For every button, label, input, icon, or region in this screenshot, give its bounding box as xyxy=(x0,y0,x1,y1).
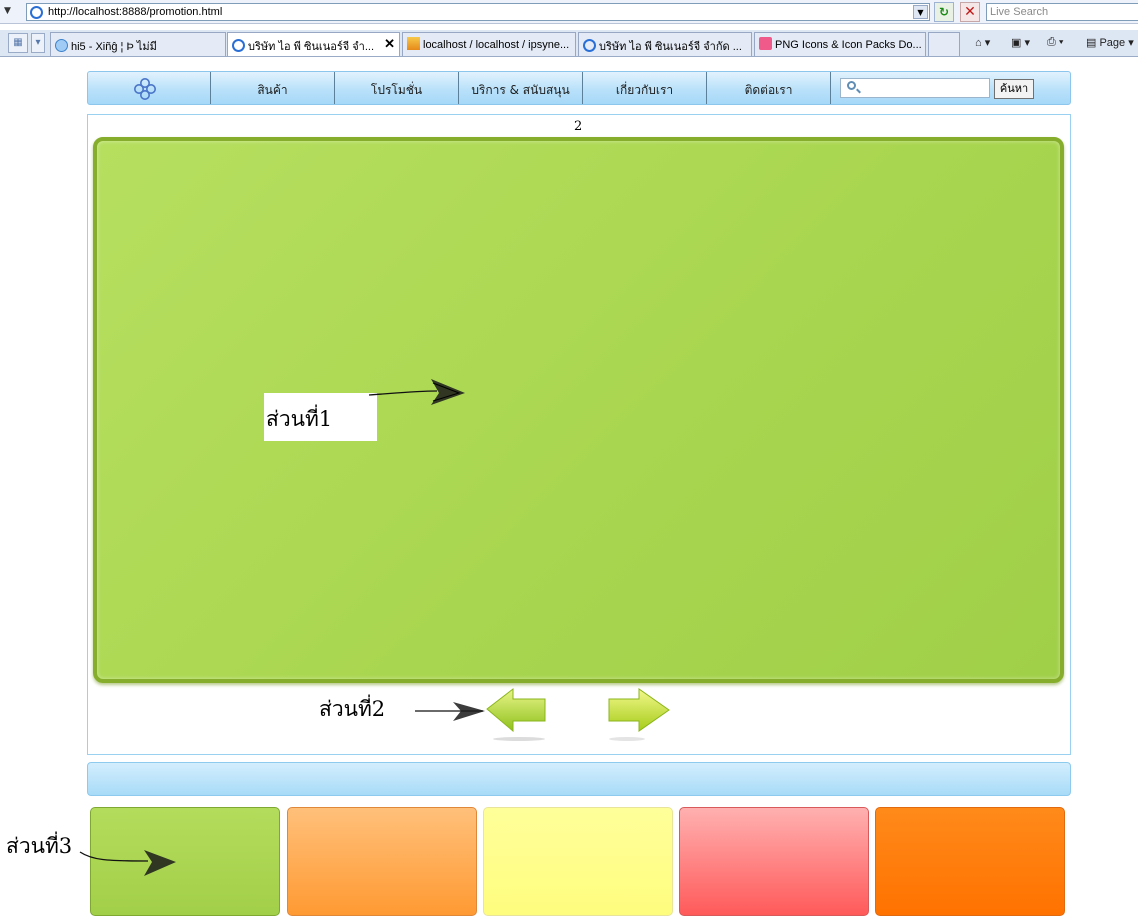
promo-tile-dark-orange[interactable] xyxy=(875,807,1065,916)
quick-tabs-icon[interactable]: ▦ xyxy=(8,33,28,53)
promo-tile-yellow[interactable] xyxy=(483,807,673,916)
search-button[interactable]: ค้นหา xyxy=(994,79,1034,99)
png-icons-page-icon xyxy=(759,37,772,50)
nav-item-about[interactable]: เกี่ยวกับเรา xyxy=(583,72,707,104)
tab-label: PNG Icons & Icon Packs Do... xyxy=(775,39,922,51)
divider-bar xyxy=(87,762,1071,796)
site-nav-bar: สินค้า โปรโมชั่น บริการ & สนับสนุน เกี่ย… xyxy=(87,71,1071,105)
ie-page-icon xyxy=(30,6,43,19)
section3-arrow-icon xyxy=(79,850,176,876)
tab-label: บริษัท ไอ พี ซินเนอร์จี จำ... xyxy=(248,41,375,53)
search-icon xyxy=(847,81,856,90)
section2-label: ส่วนที่2 xyxy=(319,697,386,721)
live-search-input[interactable]: Live Search xyxy=(986,3,1138,21)
home-icon[interactable]: ⌂ ▾ xyxy=(975,36,990,49)
refresh-button[interactable]: ↻ xyxy=(934,2,954,22)
nav-logo-cell[interactable] xyxy=(88,72,211,104)
ie-page-icon xyxy=(232,39,245,52)
star-page-icon xyxy=(55,39,68,52)
section2-arrow-icon xyxy=(415,702,485,721)
nav-item-contact[interactable]: ติดต่อเรา xyxy=(707,72,831,104)
promotion-slide: ส่วนที่1 xyxy=(93,137,1064,683)
pma-page-icon xyxy=(407,37,420,50)
next-arrow-button[interactable] xyxy=(605,685,673,741)
promotion-panel: 2 ส่วนที่1 ส่วนที่2 xyxy=(87,114,1071,755)
tab-label: localhost / localhost / ipsyne... xyxy=(423,39,570,51)
browser-tab-company[interactable]: บริษัท ไอ พี ซินเนอร์จี จำกัด ... xyxy=(578,32,752,56)
section1-label: ส่วนที่1 xyxy=(264,393,377,441)
address-dropdown-icon[interactable]: ▼ xyxy=(913,5,928,19)
section3-label: ส่วนที่3 xyxy=(6,834,73,858)
nav-item-products[interactable]: สินค้า xyxy=(211,72,335,104)
address-field[interactable]: http://localhost:8888/promotion.html ▼ xyxy=(26,3,930,21)
section1-arrow-icon xyxy=(368,379,465,405)
print-icon[interactable]: ⎙ ▾ xyxy=(1047,36,1063,49)
address-url[interactable]: http://localhost:8888/promotion.html xyxy=(48,6,222,18)
browser-address-bar: ▼ http://localhost:8888/promotion.html ▼… xyxy=(0,0,1138,24)
new-tab-button[interactable] xyxy=(928,32,960,56)
promo-tile-red[interactable] xyxy=(679,807,869,916)
browser-tab-bar: ▦ ▾ hi5 - Xiñĝ ¦ Þ ไม่มี บริษัท ไอ พี ซิ… xyxy=(0,30,1138,57)
tab-label: บริษัท ไอ พี ซินเนอร์จี จำกัด ... xyxy=(599,41,742,53)
browser-tab-phpmyadmin[interactable]: localhost / localhost / ipsyne... xyxy=(402,32,576,56)
tab-label: hi5 - Xiñĝ ¦ Þ ไม่มี xyxy=(71,41,157,53)
site-search-input[interactable] xyxy=(840,78,990,98)
promo-tile-orange[interactable] xyxy=(287,807,477,916)
flower-logo-icon xyxy=(134,78,156,100)
close-tab-icon[interactable]: ✕ xyxy=(384,36,395,52)
browser-tab-png-icons[interactable]: PNG Icons & Icon Packs Do... xyxy=(754,32,926,56)
page-menu[interactable]: ▤ Page ▾ xyxy=(1086,36,1134,49)
nav-item-services[interactable]: บริการ & สนับสนุน xyxy=(459,72,583,104)
tab-list-dropdown-icon[interactable]: ▾ xyxy=(31,33,45,53)
nav-item-promotion[interactable]: โปรโมชั่น xyxy=(335,72,459,104)
browser-tab-active[interactable]: บริษัท ไอ พี ซินเนอร์จี จำ... ✕ xyxy=(227,32,400,56)
page-menu-label: Page xyxy=(1099,37,1126,49)
stop-button[interactable]: ✕ xyxy=(960,2,980,22)
feeds-icon[interactable]: ▣ ▾ xyxy=(1011,36,1030,49)
page-number: 2 xyxy=(574,119,583,134)
ie-page-icon xyxy=(583,39,596,52)
back-history-dropdown-icon[interactable]: ▼ xyxy=(4,6,11,16)
previous-arrow-button[interactable] xyxy=(483,685,551,741)
browser-tab-hi5[interactable]: hi5 - Xiñĝ ¦ Þ ไม่มี xyxy=(50,32,226,56)
